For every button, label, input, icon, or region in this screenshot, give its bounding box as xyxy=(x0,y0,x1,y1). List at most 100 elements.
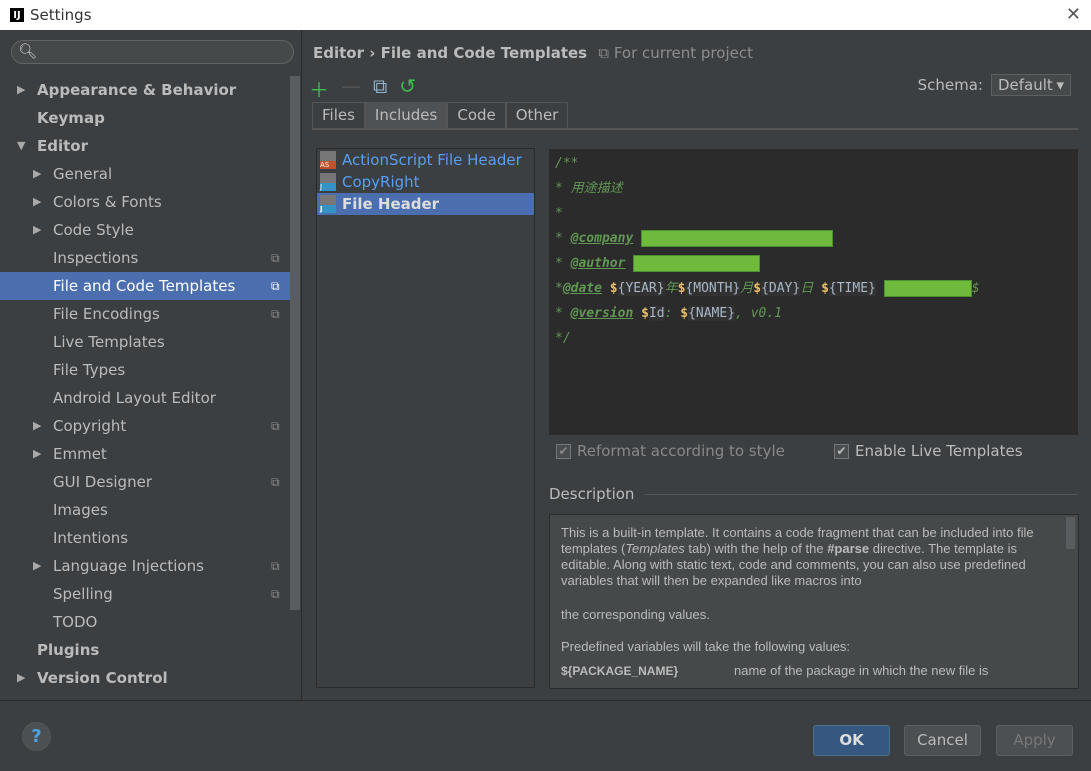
template-file-icon: J xyxy=(320,173,336,191)
reset-icon[interactable]: ↺ xyxy=(399,74,416,103)
dropdown-arrow-icon: ▾ xyxy=(1056,76,1064,94)
sidebar-item-label: Language Injections xyxy=(53,557,204,575)
sidebar-item-label: Editor xyxy=(37,137,88,155)
template-editor[interactable]: /** * 用途描述 * * @company * @author * @date… xyxy=(549,149,1078,435)
code-line: * xyxy=(555,206,563,221)
live-templates-checkbox[interactable]: ✔ Enable Live Templates xyxy=(834,442,1023,460)
apply-button[interactable]: Apply xyxy=(996,725,1073,756)
close-icon[interactable]: ✕ xyxy=(1066,4,1081,25)
expand-arrow-icon[interactable]: ▶ xyxy=(33,412,41,440)
tab-files[interactable]: Files xyxy=(312,102,365,128)
sidebar-item[interactable]: Images xyxy=(0,496,290,524)
divider xyxy=(644,493,1078,495)
sidebar-item[interactable]: TODO xyxy=(0,608,290,636)
code-line: * 用途描述 xyxy=(555,181,623,196)
sidebar-item[interactable]: ▶ Code Style xyxy=(0,216,290,244)
sidebar-item[interactable]: File Types xyxy=(0,356,290,384)
remove-icon[interactable]: — xyxy=(341,74,361,103)
expand-arrow-icon[interactable]: ▶ xyxy=(17,76,25,104)
tab-code[interactable]: Code xyxy=(447,102,506,128)
sidebar-item-label: Plugins xyxy=(37,641,100,659)
description-title: Description xyxy=(549,485,635,503)
sidebar-item[interactable]: GUI Designer ⧉ xyxy=(0,468,290,496)
template-tabs: Files Includes Code Other xyxy=(312,102,569,129)
template-name: CopyRight xyxy=(342,173,420,191)
sidebar-item[interactable]: Keymap xyxy=(0,104,290,132)
sidebar-item-label: Spelling xyxy=(53,585,113,603)
sidebar-item[interactable]: ▶ Colors & Fonts xyxy=(0,188,290,216)
template-item[interactable]: J CopyRight xyxy=(317,171,534,193)
code-text: , v0.1 xyxy=(735,306,783,321)
cancel-button[interactable]: Cancel xyxy=(904,725,981,756)
code-line: *@date ${YEAR}年${MONTH}月${DAY}日 ${TIME} … xyxy=(555,280,980,297)
file-type-badge: J xyxy=(320,183,336,191)
sidebar-item[interactable]: Intentions xyxy=(0,524,290,552)
template-file-icon: AS xyxy=(320,151,336,169)
tab-other[interactable]: Other xyxy=(505,102,569,128)
sidebar-item[interactable]: Inspections ⧉ xyxy=(0,244,290,272)
sidebar-item-label: Code Style xyxy=(53,221,134,239)
code-text: 年 xyxy=(664,281,678,296)
expand-arrow-icon[interactable]: ▶ xyxy=(17,664,25,692)
template-name: ActionScript File Header xyxy=(342,151,522,169)
sidebar-item-label: Colors & Fonts xyxy=(53,193,162,211)
checkbox-checked-icon: ✔ xyxy=(556,443,571,459)
settings-tree: ▶ Appearance & Behavior Keymap ▼ Editor ▶ Gene… xyxy=(0,76,290,692)
variable-row: ${PACKAGE_NAME} name of the package in wh… xyxy=(561,663,1056,679)
breadcrumb-current: File and Code Templates xyxy=(380,44,588,62)
code-line: * @author xyxy=(555,251,1078,276)
project-scope-icon: ⧉ xyxy=(271,419,280,433)
sidebar-item[interactable]: ▶ Appearance & Behavior xyxy=(0,76,290,104)
schema-value: Default xyxy=(998,76,1053,94)
sidebar-item[interactable]: ▼ Editor xyxy=(0,132,290,160)
desc-text: #parse xyxy=(827,541,870,556)
code-var: {MONTH} xyxy=(685,281,741,296)
sidebar-item[interactable]: Live Templates xyxy=(0,328,290,356)
expand-arrow-icon[interactable]: ▶ xyxy=(33,552,41,580)
breadcrumb: Editor › File and Code Templates ⧉ For c… xyxy=(313,44,753,62)
sidebar-item[interactable]: Android Layout Editor xyxy=(0,384,290,412)
collapse-arrow-icon[interactable]: ▼ xyxy=(17,132,25,160)
code-line: * @version $Id: ${NAME}, v0.1 xyxy=(555,301,1078,326)
expand-arrow-icon[interactable]: ▶ xyxy=(33,160,41,188)
sidebar-item-label: Images xyxy=(53,501,108,519)
expand-arrow-icon[interactable]: ▶ xyxy=(33,216,41,244)
description-scrollbar[interactable] xyxy=(1066,517,1075,549)
project-scope-label: ⧉ For current project xyxy=(598,44,753,62)
tab-includes[interactable]: Includes xyxy=(364,102,448,128)
settings-search-input[interactable]: 🔍︎ xyxy=(11,40,294,64)
help-button[interactable]: ? xyxy=(22,722,51,751)
sidebar-item-label: TODO xyxy=(53,613,98,631)
sidebar-item[interactable]: ▶ Emmet xyxy=(0,440,290,468)
sidebar-item[interactable]: Spelling ⧉ xyxy=(0,580,290,608)
code-text: : xyxy=(664,306,681,321)
variable-description: name of the package in which the new fil… xyxy=(734,663,989,678)
sidebar-item[interactable]: ▶ Version Control xyxy=(0,664,290,692)
code-var: {YEAR} xyxy=(617,281,665,296)
reformat-checkbox[interactable]: ✔ Reformat according to style xyxy=(556,442,785,460)
copy-icon[interactable]: ⧉ xyxy=(373,74,387,103)
add-icon[interactable]: ＋ xyxy=(309,74,329,103)
sidebar-item[interactable]: File Encodings ⧉ xyxy=(0,300,290,328)
scope-text: For current project xyxy=(613,44,753,62)
title-bar: IJ Settings ✕ xyxy=(0,0,1091,30)
breadcrumb-parent: Editor xyxy=(313,44,364,62)
ok-button[interactable]: OK xyxy=(813,725,890,756)
template-item[interactable]: J File Header xyxy=(317,193,534,215)
template-item[interactable]: AS ActionScript File Header xyxy=(317,149,534,171)
sidebar-item[interactable]: File and Code Templates ⧉ xyxy=(0,272,290,300)
main-panel: Editor › File and Code Templates ⧉ For c… xyxy=(303,30,1091,700)
schema-dropdown[interactable]: Default ▾ xyxy=(991,74,1071,96)
desc-text: tab) with the help of the xyxy=(684,541,828,556)
sidebar-item[interactable]: ▶ Copyright ⧉ xyxy=(0,412,290,440)
templates-toolbar: ＋ — ⧉ ↺ xyxy=(309,74,416,103)
code-text: $ xyxy=(821,281,829,296)
sidebar-scrollbar[interactable] xyxy=(290,76,300,610)
expand-arrow-icon[interactable]: ▶ xyxy=(33,440,41,468)
sidebar-item[interactable]: Plugins xyxy=(0,636,290,664)
code-text: $ xyxy=(753,281,762,296)
sidebar-item[interactable]: ▶ General xyxy=(0,160,290,188)
sidebar-item[interactable]: ▶ Language Injections ⧉ xyxy=(0,552,290,580)
project-scope-icon: ⧉ xyxy=(271,559,280,573)
expand-arrow-icon[interactable]: ▶ xyxy=(33,188,41,216)
